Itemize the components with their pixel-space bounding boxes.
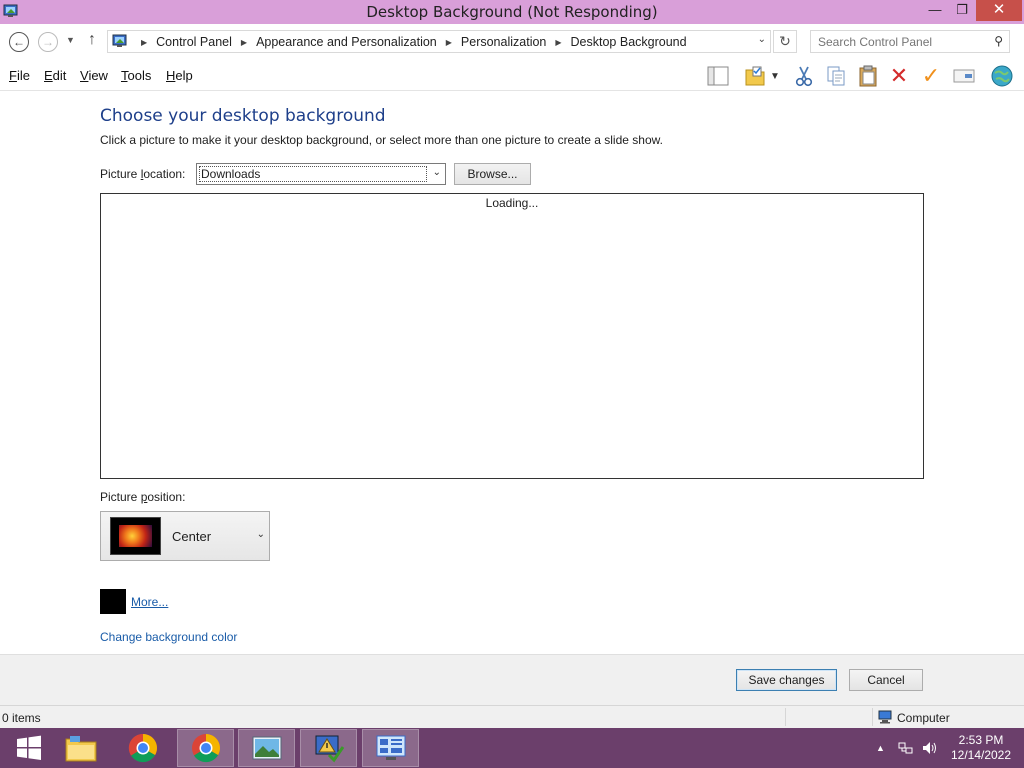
globe-icon[interactable] [990,64,1014,88]
taskbar-action-center[interactable] [300,729,357,767]
background-color-swatch[interactable] [100,589,126,614]
start-button[interactable] [0,729,57,767]
recent-locations-dropdown-icon[interactable]: ▼ [66,35,75,45]
title-bar[interactable]: Desktop Background (Not Responding) — ❐ … [0,0,1024,24]
breadcrumb-separator-icon[interactable]: ▶ [446,38,452,47]
clock-time: 2:53 PM [958,733,1004,747]
search-input[interactable] [811,31,981,52]
menu-bar: File Edit View Tools Help ▼ ✕ ✓ [0,60,1024,91]
breadcrumb-separator-icon[interactable]: ▶ [141,38,147,47]
maximize-button[interactable]: ❐ [948,0,976,21]
dropdown-icon[interactable]: ▼ [768,64,782,88]
file-explorer-icon [65,736,96,762]
menu-help[interactable]: Help [166,68,193,83]
forward-arrow-icon: → [42,35,54,49]
chrome-icon [191,734,220,763]
back-button[interactable]: ← [9,32,29,52]
up-arrow-button[interactable]: ↑ [88,31,96,49]
cancel-button[interactable]: Cancel [849,669,923,691]
picture-location-value: Downloads [199,166,427,182]
search-box[interactable]: ⚲ [810,30,1010,53]
clock-date: 12/14/2022 [950,748,1012,762]
address-bar-row: ← → ▼ ↑ ▶ Control Panel ▶ Appearance and… [0,24,1024,60]
page-title: Choose your desktop background [100,106,386,126]
menu-tools[interactable]: Tools [121,68,151,83]
chevron-down-icon: ⌄ [432,167,441,178]
system-clock[interactable]: 2:53 PM 12/14/2022 [948,733,1014,763]
address-field[interactable]: ▶ Control Panel ▶ Appearance and Persona… [107,30,771,53]
breadcrumb-separator-icon[interactable]: ▶ [555,38,561,47]
action-center-icon [315,735,344,763]
control-panel-icon [112,34,127,47]
breadcrumb-separator-icon[interactable]: ▶ [241,38,247,47]
picture-position-select[interactable]: Center ⌄ [100,511,270,561]
menu-view[interactable]: View [80,68,108,83]
computer-icon [878,710,892,724]
taskbar-chrome-2[interactable] [177,729,234,767]
window-title: Desktop Background (Not Responding) [366,3,658,21]
instructions-text: Click a picture to make it your desktop … [100,133,663,147]
menu-edit[interactable]: Edit [44,68,66,83]
back-arrow-icon: ← [13,35,25,49]
breadcrumb-control-panel[interactable]: Control Panel [156,35,232,49]
save-changes-button[interactable]: Save changes [736,669,837,691]
picture-position-value: Center [172,529,212,544]
network-icon[interactable] [898,740,914,759]
check-icon[interactable]: ✓ [919,63,943,88]
refresh-icon: ↻ [779,33,791,49]
taskbar-chrome[interactable] [114,729,171,767]
taskbar-control-panel[interactable] [362,729,419,767]
copy-icon[interactable] [824,64,848,88]
more-colors-link[interactable]: More... [131,595,168,609]
loading-text: Loading... [485,196,539,210]
close-button[interactable]: ✕ [976,0,1022,21]
photo-viewer-icon [252,736,281,760]
taskbar-photo-viewer[interactable] [238,729,295,767]
minimize-button[interactable]: — [920,0,950,21]
taskbar-file-explorer[interactable] [52,729,109,767]
picture-location-label: Picture location: [100,167,186,181]
button-bar: Save changes Cancel [0,654,1024,705]
breadcrumb-personalization[interactable]: Personalization [461,35,546,49]
volume-icon[interactable] [921,740,939,759]
delete-icon[interactable]: ✕ [887,63,911,88]
forward-button[interactable]: → [38,32,58,52]
control-panel-icon [376,735,405,760]
rename-icon[interactable] [952,64,976,88]
change-background-color-link[interactable]: Change background color [100,630,237,644]
start-icon [16,735,41,760]
chevron-down-icon: ⌄ [256,529,265,540]
layout-icon[interactable] [706,64,730,88]
breadcrumb: ▶ Control Panel ▶ Appearance and Persona… [132,35,687,49]
picture-location-select[interactable]: Downloads ⌄ [196,163,446,185]
location-zone-label: Computer [897,711,950,725]
picture-list[interactable]: Loading... [100,193,924,479]
search-icon[interactable]: ⚲ [994,34,1003,48]
chrome-icon [128,733,157,763]
content-area: Choose your desktop background Click a p… [0,92,1024,654]
refresh-button[interactable]: ↻ [773,30,797,53]
taskbar: ▲ 2:53 PM 12/14/2022 [0,728,1024,768]
show-hidden-icons-icon[interactable]: ▲ [876,743,885,753]
browse-button[interactable]: Browse... [454,163,531,185]
paste-icon[interactable] [856,64,880,88]
breadcrumb-appearance[interactable]: Appearance and Personalization [256,35,437,49]
cut-icon[interactable] [792,64,816,88]
menu-file[interactable]: File [9,68,30,83]
address-dropdown-icon[interactable]: ⌄ [758,34,766,45]
breadcrumb-desktop-background[interactable]: Desktop Background [571,35,687,49]
folder-properties-icon[interactable] [743,64,767,88]
status-bar: 0 items Computer [0,705,1024,728]
item-count: 0 items [2,711,41,725]
picture-position-label: Picture position: [100,490,186,504]
position-preview-thumbnail [110,517,161,555]
